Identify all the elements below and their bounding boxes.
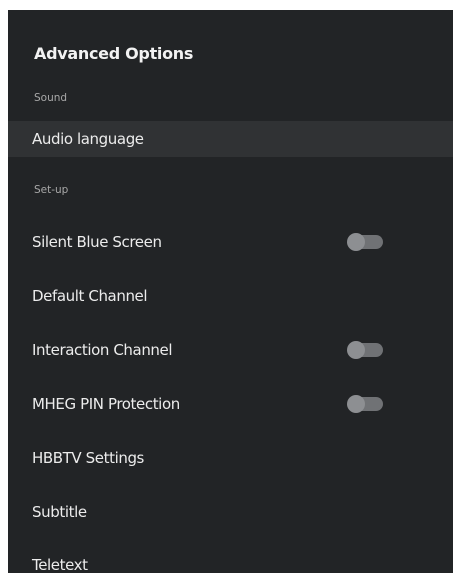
menu-item-label: Audio language — [32, 130, 144, 148]
menu-item-subtitle[interactable]: Subtitle — [8, 494, 453, 530]
mheg-pin-protection-toggle[interactable] — [347, 395, 383, 413]
menu-item-silent-blue-screen[interactable]: Silent Blue Screen — [8, 224, 453, 260]
menu-item-label: Default Channel — [32, 287, 148, 305]
menu-item-label: MHEG PIN Protection — [32, 395, 180, 413]
menu-item-label: Silent Blue Screen — [32, 233, 162, 251]
toggle-knob — [347, 233, 365, 251]
section-header-sound: Sound — [34, 92, 68, 104]
menu-item-label: Subtitle — [32, 503, 87, 521]
silent-blue-screen-toggle[interactable] — [347, 233, 383, 251]
toggle-knob — [347, 395, 365, 413]
section-header-setup: Set-up — [34, 184, 69, 196]
interaction-channel-toggle[interactable] — [347, 341, 383, 359]
menu-item-default-channel[interactable]: Default Channel — [8, 278, 453, 314]
menu-item-label: Interaction Channel — [32, 341, 173, 359]
menu-item-teletext[interactable]: Teletext — [8, 547, 453, 573]
menu-item-interaction-channel[interactable]: Interaction Channel — [8, 332, 453, 368]
menu-item-label: Teletext — [32, 556, 88, 573]
page-title: Advanced Options — [34, 44, 194, 63]
menu-item-hbbtv-settings[interactable]: HBBTV Settings — [8, 440, 453, 476]
menu-item-mheg-pin-protection[interactable]: MHEG PIN Protection — [8, 386, 453, 422]
menu-item-label: HBBTV Settings — [32, 449, 144, 467]
advanced-options-panel: Advanced Options Sound Audio language Se… — [8, 10, 453, 573]
screen: Advanced Options Sound Audio language Se… — [0, 0, 453, 573]
menu-item-audio-language[interactable]: Audio language — [8, 121, 453, 157]
toggle-knob — [347, 341, 365, 359]
